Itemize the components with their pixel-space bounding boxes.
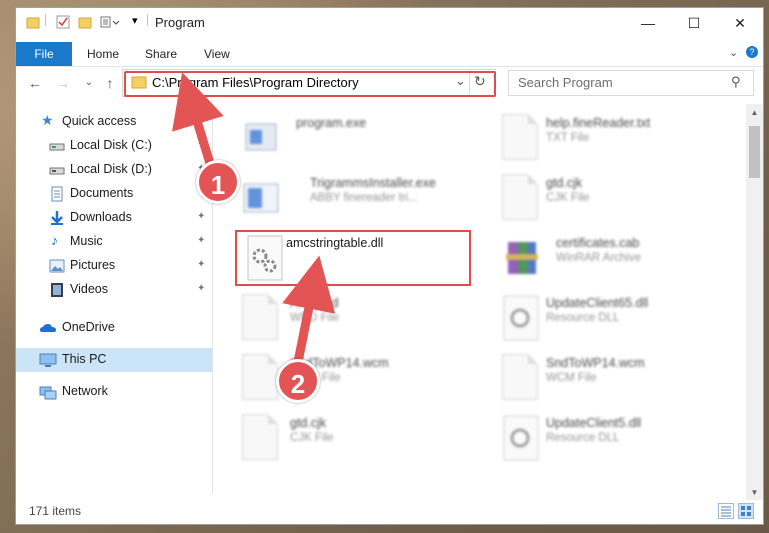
annotation-badge-2: 2 [276, 359, 320, 403]
annotation-arrows [172, 72, 336, 363]
arrow-to-address-bar [172, 72, 224, 172]
arrow-to-file [282, 255, 336, 363]
annotation-badge-1: 1 [196, 160, 240, 204]
